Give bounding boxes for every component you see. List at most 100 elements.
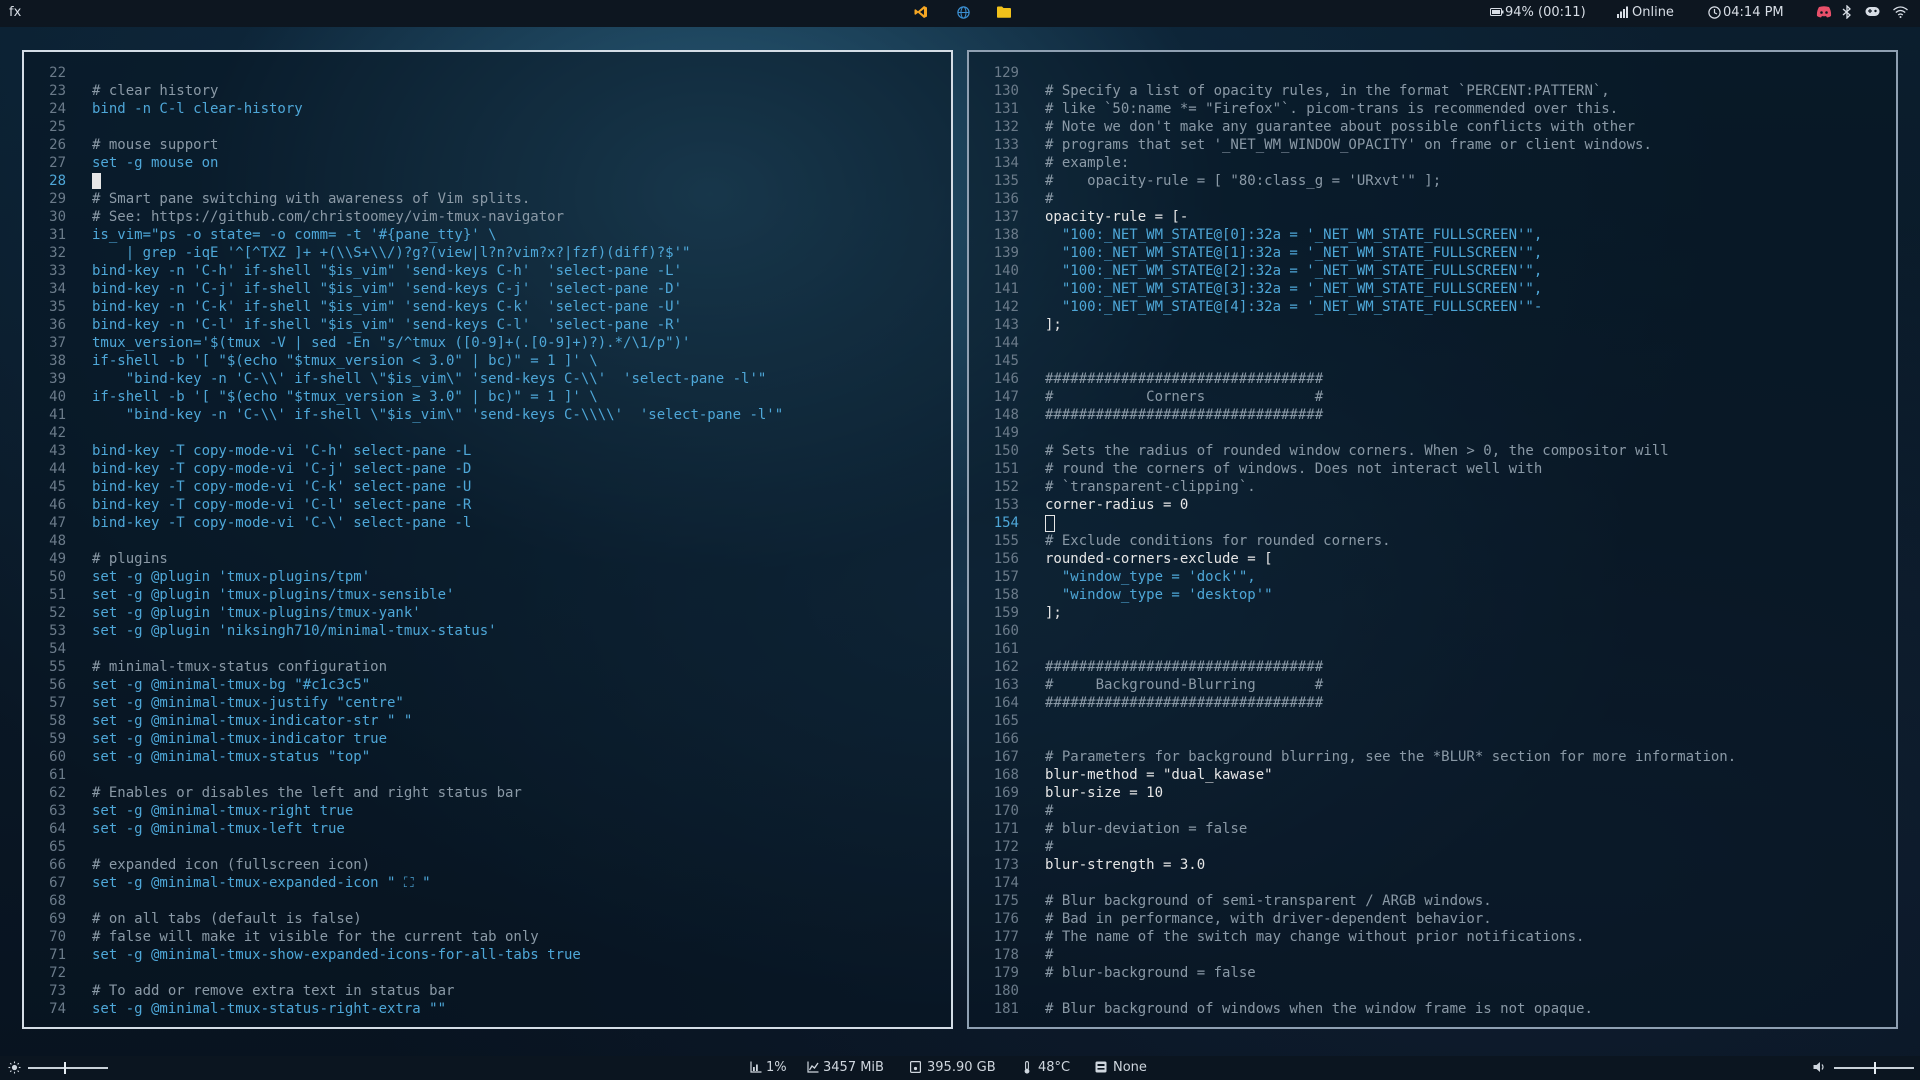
- code-line[interactable]: 56 set -g @minimal-tmux-bg "#c1c3c5": [24, 676, 951, 694]
- code-line[interactable]: 150 # Sets the radius of rounded window c…: [969, 442, 1896, 460]
- code-line[interactable]: 72: [24, 964, 951, 982]
- code-line[interactable]: 175 # Blur background of semi-transparent…: [969, 892, 1896, 910]
- volume-slider-handle[interactable]: [1874, 1062, 1876, 1074]
- code-line[interactable]: 67 set -g @minimal-tmux-expanded-icon " ⛶…: [24, 874, 951, 892]
- code-line[interactable]: 132 # Note we don't make any guarantee ab…: [969, 118, 1896, 136]
- code-line[interactable]: 139 "100:_NET_WM_STATE@[1]:32a = '_NET_W…: [969, 244, 1896, 262]
- code-line[interactable]: 58 set -g @minimal-tmux-indicator-str " ": [24, 712, 951, 730]
- code-line[interactable]: 162 #################################: [969, 658, 1896, 676]
- code-line[interactable]: 180: [969, 982, 1896, 1000]
- code-view-picom-conf[interactable]: 129 130 # Specify a list of opacity rules,…: [969, 64, 1896, 1018]
- code-line[interactable]: 29 # Smart pane switching with awareness …: [24, 190, 951, 208]
- globe-icon[interactable]: [957, 6, 970, 23]
- code-line[interactable]: 170 #: [969, 802, 1896, 820]
- code-line[interactable]: 146 #################################: [969, 370, 1896, 388]
- code-line[interactable]: 28: [24, 172, 951, 190]
- code-line[interactable]: 45 bind-key -T copy-mode-vi 'C-k' select-…: [24, 478, 951, 496]
- code-line[interactable]: 27 set -g mouse on: [24, 154, 951, 172]
- code-line[interactable]: 131 # like `50:name *= "Firefox"`. picom-…: [969, 100, 1896, 118]
- wifi-icon[interactable]: [1893, 6, 1908, 22]
- code-line[interactable]: 43 bind-key -T copy-mode-vi 'C-h' select-…: [24, 442, 951, 460]
- code-line[interactable]: 44 bind-key -T copy-mode-vi 'C-j' select-…: [24, 460, 951, 478]
- code-line[interactable]: 152 # `transparent-clipping`.: [969, 478, 1896, 496]
- code-line[interactable]: 140 "100:_NET_WM_STATE@[2]:32a = '_NET_W…: [969, 262, 1896, 280]
- code-line[interactable]: 49 # plugins: [24, 550, 951, 568]
- code-line[interactable]: 148 #################################: [969, 406, 1896, 424]
- code-line[interactable]: 151 # round the corners of windows. Does …: [969, 460, 1896, 478]
- code-line[interactable]: 172 #: [969, 838, 1896, 856]
- code-line[interactable]: 62 # Enables or disables the left and rig…: [24, 784, 951, 802]
- code-line[interactable]: 46 bind-key -T copy-mode-vi 'C-l' select-…: [24, 496, 951, 514]
- code-line[interactable]: 168 blur-method = "dual_kawase": [969, 766, 1896, 784]
- code-line[interactable]: 154: [969, 514, 1896, 532]
- code-line[interactable]: 166: [969, 730, 1896, 748]
- code-line[interactable]: 153 corner-radius = 0: [969, 496, 1896, 514]
- code-view-tmux-conf[interactable]: 22 23 # clear history 24 bind -n C-l clear-h…: [24, 64, 951, 1018]
- code-line[interactable]: 36 bind-key -n 'C-l' if-shell "$is_vim" '…: [24, 316, 951, 334]
- code-line[interactable]: 35 bind-key -n 'C-k' if-shell "$is_vim" '…: [24, 298, 951, 316]
- code-line[interactable]: 40 if-shell -b '[ "$(echo "$tmux_version …: [24, 388, 951, 406]
- code-line[interactable]: 39 "bind-key -n 'C-\\' if-shell \"$is_vi…: [24, 370, 951, 388]
- code-line[interactable]: 177 # The name of the switch may change w…: [969, 928, 1896, 946]
- terminal-pane-right[interactable]: 129 130 # Specify a list of opacity rules,…: [967, 50, 1898, 1029]
- code-line[interactable]: 70 # false will make it visible for the c…: [24, 928, 951, 946]
- code-line[interactable]: 64 set -g @minimal-tmux-left true: [24, 820, 951, 838]
- code-line[interactable]: 176 # Bad in performance, with driver-dep…: [969, 910, 1896, 928]
- code-line[interactable]: 47 bind-key -T copy-mode-vi 'C-\' select-…: [24, 514, 951, 532]
- code-line[interactable]: 159];: [969, 604, 1896, 622]
- code-line[interactable]: 57 set -g @minimal-tmux-justify "centre": [24, 694, 951, 712]
- code-line[interactable]: 69 # on all tabs (default is false): [24, 910, 951, 928]
- code-line[interactable]: 42: [24, 424, 951, 442]
- code-line[interactable]: 53 set -g @plugin 'niksingh710/minimal-tm…: [24, 622, 951, 640]
- battery-status[interactable]: 94% (00:11): [1505, 5, 1586, 20]
- code-line[interactable]: 50 set -g @plugin 'tmux-plugins/tpm': [24, 568, 951, 586]
- code-line[interactable]: 164 #################################: [969, 694, 1896, 712]
- code-line[interactable]: 135 # opacity-rule = [ "80:class_g = 'URx…: [969, 172, 1896, 190]
- code-line[interactable]: 129: [969, 64, 1896, 82]
- code-line[interactable]: 163 # Background-Blurring #: [969, 676, 1896, 694]
- code-line[interactable]: 54: [24, 640, 951, 658]
- code-line[interactable]: 52 set -g @plugin 'tmux-plugins/tmux-yank…: [24, 604, 951, 622]
- code-line[interactable]: 22: [24, 64, 951, 82]
- code-line[interactable]: 31 is_vim="ps -o state= -o comm= -t '#{pa…: [24, 226, 951, 244]
- code-line[interactable]: 138 "100:_NET_WM_STATE@[0]:32a = '_NET_W…: [969, 226, 1896, 244]
- code-line[interactable]: 143];: [969, 316, 1896, 334]
- code-line[interactable]: 142 "100:_NET_WM_STATE@[4]:32a = '_NET_W…: [969, 298, 1896, 316]
- code-line[interactable]: 74 set -g @minimal-tmux-status-right-extr…: [24, 1000, 951, 1018]
- code-line[interactable]: 59 set -g @minimal-tmux-indicator true: [24, 730, 951, 748]
- code-line[interactable]: 158 "window_type = 'desktop'": [969, 586, 1896, 604]
- code-line[interactable]: 66 # expanded icon (fullscreen icon): [24, 856, 951, 874]
- app-launcher-label[interactable]: fx: [9, 5, 21, 20]
- code-line[interactable]: 173 blur-strength = 3.0: [969, 856, 1896, 874]
- code-line[interactable]: 178 #: [969, 946, 1896, 964]
- bluetooth-icon[interactable]: [1842, 4, 1852, 23]
- code-line[interactable]: 65: [24, 838, 951, 856]
- code-line[interactable]: 37 tmux_version='$(tmux -V | sed -En "s/^…: [24, 334, 951, 352]
- code-line[interactable]: 156 rounded-corners-exclude = [: [969, 550, 1896, 568]
- code-line[interactable]: 34 bind-key -n 'C-j' if-shell "$is_vim" '…: [24, 280, 951, 298]
- code-line[interactable]: 144: [969, 334, 1896, 352]
- code-line[interactable]: 26 # mouse support: [24, 136, 951, 154]
- code-line[interactable]: 33 bind-key -n 'C-h' if-shell "$is_vim" '…: [24, 262, 951, 280]
- code-line[interactable]: 147 # Corners #: [969, 388, 1896, 406]
- code-line[interactable]: 133 # programs that set '_NET_WM_WINDOW_O…: [969, 136, 1896, 154]
- code-line[interactable]: 169 blur-size = 10: [969, 784, 1896, 802]
- brightness-slider[interactable]: [28, 1062, 108, 1074]
- network-status[interactable]: Online: [1632, 5, 1674, 20]
- code-line[interactable]: 141 "100:_NET_WM_STATE@[3]:32a = '_NET_W…: [969, 280, 1896, 298]
- folder-icon[interactable]: [997, 6, 1011, 22]
- code-line[interactable]: 61: [24, 766, 951, 784]
- volume-slider[interactable]: [1834, 1062, 1914, 1074]
- code-line[interactable]: 155 # Exclude conditions for rounded corn…: [969, 532, 1896, 550]
- code-line[interactable]: 149: [969, 424, 1896, 442]
- code-line[interactable]: 23 # clear history: [24, 82, 951, 100]
- code-line[interactable]: 161: [969, 640, 1896, 658]
- code-line[interactable]: 73 # To add or remove extra text in statu…: [24, 982, 951, 1000]
- code-line[interactable]: 60 set -g @minimal-tmux-status "top": [24, 748, 951, 766]
- code-line[interactable]: 25: [24, 118, 951, 136]
- code-line[interactable]: 179 # blur-background = false: [969, 964, 1896, 982]
- vscode-icon[interactable]: [914, 5, 928, 23]
- discord-icon[interactable]: [1816, 6, 1832, 22]
- code-line[interactable]: 145: [969, 352, 1896, 370]
- code-line[interactable]: 136 #: [969, 190, 1896, 208]
